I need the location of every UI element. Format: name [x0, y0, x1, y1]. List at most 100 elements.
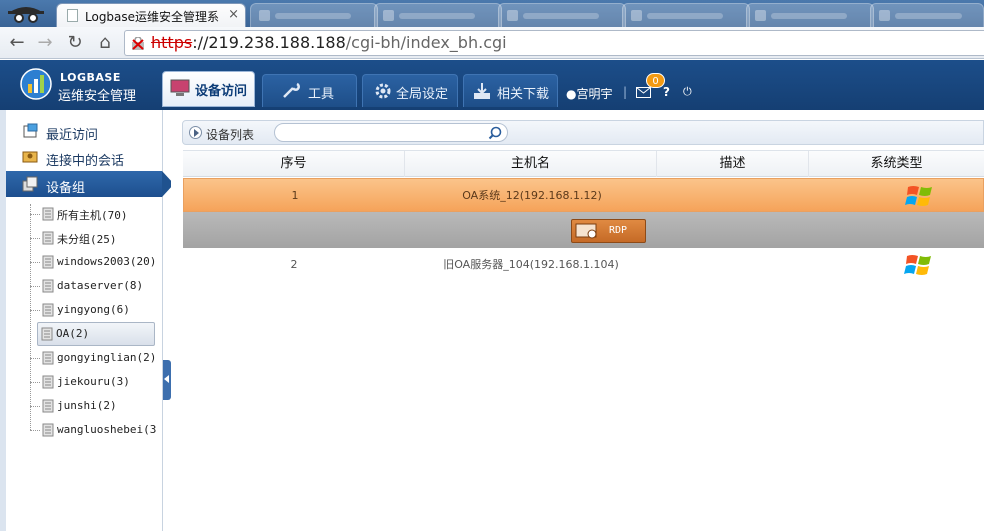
sidebar-item-label: 最近访问 [46, 128, 99, 143]
url-path: /cgi-bh/index_bh.cgi [345, 33, 507, 52]
tree-node[interactable]: jiekouru(3) [30, 372, 140, 392]
help-icon[interactable]: ? [663, 85, 670, 99]
page-icon [259, 10, 270, 21]
monitor-icon [170, 79, 190, 96]
home-button[interactable]: ⌂ [94, 32, 116, 54]
incognito-icon [8, 7, 44, 23]
windows-icon [904, 255, 931, 275]
table-header: 序号 主机名 描述 系统类型 [183, 150, 984, 177]
page-icon [383, 10, 394, 21]
tab-label: 工具 [308, 87, 335, 102]
tree-node-label: dataserver(8) [57, 279, 144, 292]
logo-subtitle: 运维安全管理 [58, 89, 137, 104]
sidebar-item-label: 设备组 [46, 181, 86, 196]
play-icon [189, 126, 202, 139]
header-separator: | [623, 85, 628, 99]
browser-tab[interactable] [498, 3, 626, 27]
logout-icon[interactable]: ⏻ [683, 85, 692, 99]
server-icon [42, 351, 54, 365]
user-icon: ● [566, 87, 577, 101]
table-row[interactable]: 2 旧OA服务器_104(192.168.1.104) [183, 248, 984, 282]
page-icon [755, 10, 766, 21]
table-row[interactable]: 1 OA系统_12(192.168.1.12) [183, 178, 984, 212]
sidebar-collapse-handle[interactable] [163, 360, 171, 400]
download-icon [474, 83, 490, 99]
page-icon [67, 9, 78, 22]
app-header: LOGBASE 运维安全管理 设备访问 工具 全局设定 相关下载 [0, 60, 984, 110]
tree-node-label: wangluoshebei(3 [57, 423, 157, 436]
tab-global-settings[interactable]: 全局设定 [362, 74, 458, 107]
cell-description [658, 179, 810, 213]
remote-desktop-icon [575, 223, 597, 239]
server-icon [42, 255, 54, 269]
search-icon[interactable] [487, 125, 503, 141]
tab-device-access[interactable]: 设备访问 [162, 71, 255, 107]
server-icon [42, 207, 54, 221]
column-header[interactable]: 主机名 [405, 151, 657, 177]
close-icon[interactable]: × [228, 7, 239, 22]
sidebar-item-device-group[interactable]: 设备组 [6, 171, 162, 197]
tree-node-selected[interactable]: OA(2) [37, 322, 155, 346]
browser-tab-strip: Logbase运维安全管理系 × [0, 0, 984, 27]
server-icon [42, 279, 54, 293]
url-host: 219.238.188.188 [208, 33, 346, 52]
server-icon [42, 303, 54, 317]
forward-button[interactable]: → [34, 32, 56, 54]
browser-tab-active[interactable]: Logbase运维安全管理系 × [56, 3, 246, 27]
cell-host: 旧OA服务器_104(192.168.1.104) [443, 258, 619, 271]
rdp-button[interactable]: RDP [571, 219, 646, 243]
session-icon [22, 151, 38, 163]
tree-node[interactable]: 所有主机(70) [30, 204, 140, 224]
current-user[interactable]: ●宫明宇 [566, 85, 613, 102]
mail-icon[interactable] [636, 87, 651, 98]
tree-node[interactable]: yingyong(6) [30, 300, 140, 320]
logbase-logo-icon [20, 68, 52, 100]
sidebar-item-recent[interactable]: 最近访问 [6, 118, 162, 144]
tree-node-label: OA(2) [56, 327, 90, 340]
tree-node-label: junshi(2) [57, 399, 117, 412]
search-input[interactable] [274, 123, 508, 142]
tree-node[interactable]: wangluoshebei(3 [30, 420, 162, 440]
breadcrumb-label: 设备列表 [206, 128, 255, 142]
server-icon [42, 231, 54, 245]
insecure-lock-icon [132, 37, 144, 50]
sidebar-item-sessions[interactable]: 连接中的会话 [6, 144, 162, 170]
server-icon [42, 423, 54, 437]
page-icon [879, 10, 890, 21]
url-scheme: https [151, 33, 193, 52]
browser-tab[interactable] [250, 3, 378, 27]
tree-node[interactable]: dataserver(8) [30, 276, 150, 296]
back-button[interactable]: ← [6, 32, 28, 54]
server-icon [42, 399, 54, 413]
tree-node-label: 所有主机(70) [57, 209, 128, 222]
tab-label: 全局设定 [396, 87, 449, 102]
sidebar-item-label: 连接中的会话 [46, 154, 125, 169]
url-separator: :// [192, 33, 209, 52]
page-icon [507, 10, 518, 21]
tree-node[interactable]: junshi(2) [30, 396, 140, 416]
browser-toolbar: ← → ↻ ⌂ https://219.238.188.188/cgi-bh/i… [0, 27, 984, 59]
browser-tab[interactable] [374, 3, 502, 27]
tab-tools[interactable]: 工具 [262, 74, 357, 107]
browser-tab[interactable] [746, 3, 874, 27]
tree-node[interactable]: windows2003(20) [30, 252, 156, 272]
tab-label: 相关下载 [497, 87, 550, 102]
address-bar[interactable]: https://219.238.188.188/cgi-bh/index_bh.… [124, 30, 984, 56]
tree-node[interactable]: 未分组(25) [30, 228, 140, 248]
logo-name: LOGBASE [60, 71, 121, 84]
tree-node-label: yingyong(6) [57, 303, 130, 316]
server-icon [41, 327, 53, 341]
column-header[interactable]: 系统类型 [809, 151, 984, 177]
user-name: 宫明宇 [576, 87, 613, 101]
browser-tab[interactable] [622, 3, 750, 27]
tree-node[interactable]: gongyinglian(2) [30, 348, 156, 368]
device-group-icon [22, 176, 38, 192]
tab-label: 设备访问 [195, 84, 248, 99]
browser-tab[interactable] [870, 3, 984, 27]
gear-icon [375, 83, 391, 99]
url-text: https://219.238.188.188/cgi-bh/index_bh.… [151, 33, 507, 52]
column-header[interactable]: 描述 [657, 151, 809, 177]
column-header[interactable]: 序号 [183, 151, 405, 177]
tab-downloads[interactable]: 相关下载 [463, 74, 558, 107]
reload-button[interactable]: ↻ [64, 32, 86, 54]
